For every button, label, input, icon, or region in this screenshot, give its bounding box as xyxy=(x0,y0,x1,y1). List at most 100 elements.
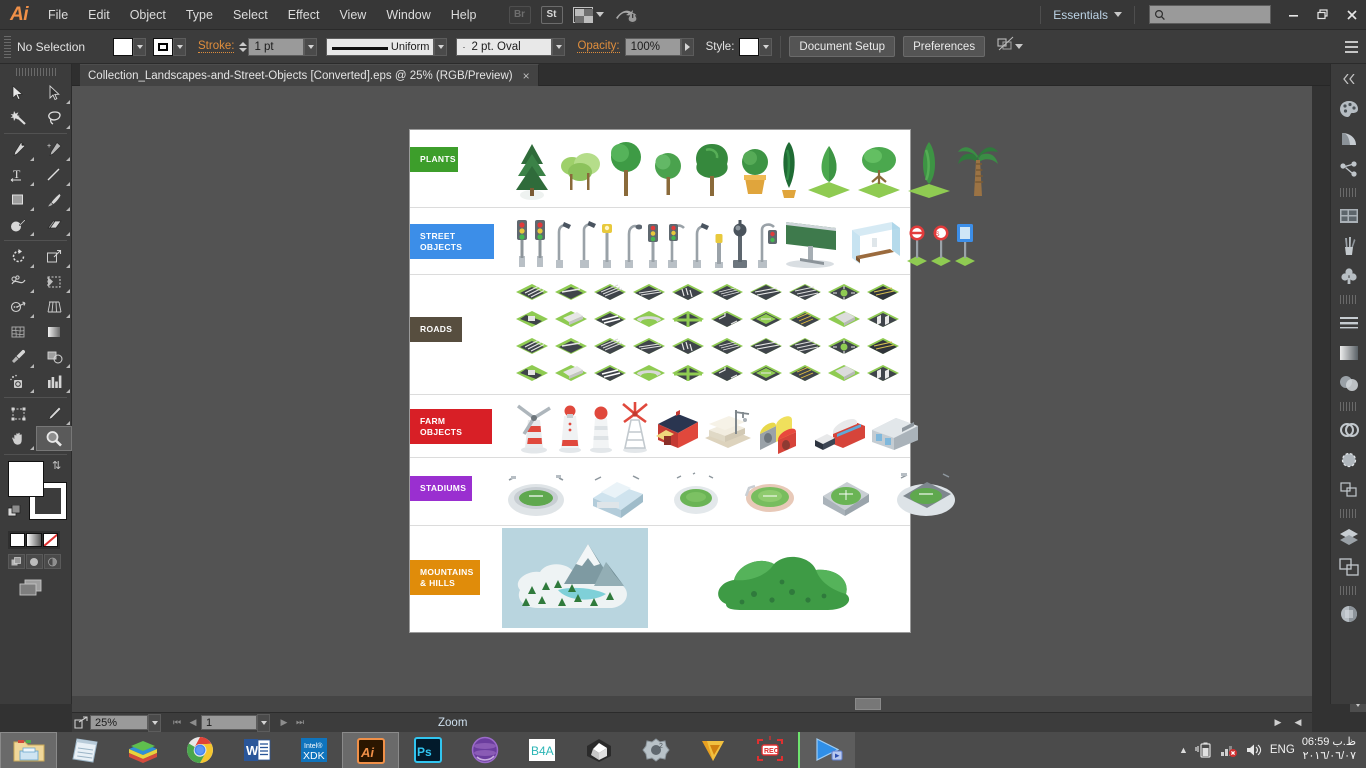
stroke-panel-icon[interactable] xyxy=(1331,308,1366,338)
farm-truck-icon[interactable] xyxy=(811,400,867,454)
taskbar-media-player[interactable] xyxy=(798,732,855,768)
stadium-modern-icon[interactable] xyxy=(587,466,649,522)
road-tile-icon[interactable] xyxy=(787,334,826,363)
appearance-panel-icon[interactable] xyxy=(1331,415,1366,445)
street-lamp-icon[interactable] xyxy=(688,216,710,270)
palm-tree-icon[interactable] xyxy=(956,138,1000,202)
artboard[interactable]: PLANTS STREET OBJECTS S ROADS FARM OBJEC… xyxy=(409,129,998,633)
stroke-profile-dropdown[interactable] xyxy=(434,37,448,56)
previous-page-button[interactable]: ◀ xyxy=(185,715,201,731)
menu-view[interactable]: View xyxy=(329,0,376,30)
taskbar-recorder[interactable]: REC xyxy=(741,732,798,768)
stop-sign-icon[interactable]: S xyxy=(930,216,952,270)
battery-icon[interactable] xyxy=(1195,742,1213,758)
info-sign-icon[interactable] xyxy=(954,216,976,270)
conical-tree-plot-icon[interactable] xyxy=(806,138,852,202)
swap-fill-stroke-icon[interactable]: ⇅ xyxy=(52,459,61,472)
next-page-button[interactable]: ▶ xyxy=(276,715,292,731)
stadium-arena-icon[interactable] xyxy=(817,466,875,522)
panel-grip[interactable] xyxy=(4,35,11,58)
column-graph-tool[interactable] xyxy=(36,369,72,394)
slice-tool[interactable] xyxy=(36,401,72,426)
road-tile-icon[interactable] xyxy=(670,307,709,336)
taskbar-notepad[interactable] xyxy=(57,732,114,768)
maximize-button[interactable] xyxy=(1308,0,1337,30)
chevron-down-icon[interactable] xyxy=(1015,44,1024,49)
last-page-button[interactable]: ⏭ xyxy=(292,715,308,731)
road-tile-icon[interactable] xyxy=(514,307,553,336)
dock-group-grip[interactable] xyxy=(1339,295,1358,304)
bush-cluster-icon[interactable] xyxy=(558,138,602,202)
color-mode-gradient[interactable] xyxy=(26,533,42,547)
creative-cloud-icon[interactable] xyxy=(614,5,638,25)
stroke-weight-stepper[interactable] xyxy=(239,41,248,52)
document-setup-button[interactable]: Document Setup xyxy=(789,36,896,57)
tall-cypress-plot-icon[interactable] xyxy=(906,138,952,202)
brushes-panel-icon[interactable] xyxy=(1331,231,1366,261)
color-mode-none[interactable] xyxy=(42,533,58,547)
lamp-post-yellow-icon[interactable] xyxy=(598,216,618,270)
gradient-panel-icon[interactable] xyxy=(1331,338,1366,368)
water-tower-icon[interactable] xyxy=(586,400,616,454)
dock-group-grip[interactable] xyxy=(1339,402,1358,411)
stroke-color-swatch[interactable] xyxy=(153,37,173,56)
road-tile-icon[interactable] xyxy=(592,307,631,336)
symbol-sprayer-tool[interactable] xyxy=(0,369,36,394)
dock-group-grip[interactable] xyxy=(1339,586,1358,595)
zoom-tool[interactable] xyxy=(36,426,72,451)
road-tile-icon[interactable] xyxy=(514,334,553,363)
warehouse-icon[interactable] xyxy=(868,400,922,454)
round-tree-small-icon[interactable] xyxy=(650,138,686,202)
eraser-tool[interactable] xyxy=(36,212,72,237)
road-sign-icon[interactable] xyxy=(906,216,928,270)
road-tile-icon[interactable] xyxy=(826,334,865,363)
menu-help[interactable]: Help xyxy=(441,0,487,30)
road-tile-icon[interactable] xyxy=(787,307,826,336)
road-tile-icon[interactable] xyxy=(865,307,904,336)
network-disconnected-icon[interactable] xyxy=(1220,742,1238,758)
road-tile-icon[interactable] xyxy=(748,307,787,336)
leafy-tree-plot-icon[interactable] xyxy=(856,138,902,202)
taskbar-construct2[interactable]: 2 xyxy=(627,732,684,768)
stroke-swatch-dropdown[interactable] xyxy=(173,37,186,56)
road-tile-icon[interactable] xyxy=(592,280,631,309)
road-tile-icon[interactable] xyxy=(787,280,826,309)
menu-object[interactable]: Object xyxy=(120,0,176,30)
road-tile-icon[interactable] xyxy=(553,307,592,336)
color-guide-panel-icon[interactable] xyxy=(1331,124,1366,154)
round-tree-tall-icon[interactable] xyxy=(606,138,646,202)
taskbar-chrome[interactable] xyxy=(171,732,228,768)
taskbar-intel-xdk[interactable]: Intel® XDK xyxy=(285,732,342,768)
construction-site-icon[interactable] xyxy=(701,400,755,454)
artboard-tool[interactable] xyxy=(0,401,36,426)
rotate-tool[interactable] xyxy=(0,244,36,269)
billboard-icon[interactable] xyxy=(780,216,840,270)
road-tile-icon[interactable] xyxy=(631,280,670,309)
layers-panel-icon[interactable] xyxy=(1331,522,1366,552)
curved-lamp-icon[interactable] xyxy=(620,216,642,270)
stadium-track-icon[interactable] xyxy=(743,466,797,522)
draw-normal-mode[interactable] xyxy=(8,554,25,569)
align-panel-icon[interactable] xyxy=(1331,475,1366,505)
minimize-button[interactable] xyxy=(1279,0,1308,30)
document-tab[interactable]: Collection_Landscapes-and-Street-Objects… xyxy=(80,64,539,86)
language-indicator[interactable]: ENG xyxy=(1270,744,1295,756)
road-tile-icon[interactable] xyxy=(670,280,709,309)
scale-tool[interactable] xyxy=(36,244,72,269)
rectangle-tool[interactable] xyxy=(0,187,36,212)
graphic-styles-panel-icon[interactable] xyxy=(1331,445,1366,475)
taskbar-wondershare[interactable] xyxy=(684,732,741,768)
toolbox-grip[interactable] xyxy=(14,66,57,78)
draw-inside-mode[interactable] xyxy=(44,554,61,569)
wind-pump-icon[interactable] xyxy=(617,400,653,454)
road-tile-icon[interactable] xyxy=(709,280,748,309)
bridge-icon[interactable]: Br xyxy=(508,5,531,24)
traffic-light-pole-icon[interactable] xyxy=(644,216,662,270)
pen-tool[interactable] xyxy=(0,137,36,162)
green-hills-icon[interactable] xyxy=(708,538,858,618)
stroke-weight-input[interactable]: 1 pt xyxy=(248,37,305,56)
search-input[interactable] xyxy=(1149,5,1271,24)
road-tile-icon[interactable] xyxy=(826,280,865,309)
road-tile-icon[interactable] xyxy=(865,361,904,390)
arrange-documents-button[interactable] xyxy=(572,6,604,23)
